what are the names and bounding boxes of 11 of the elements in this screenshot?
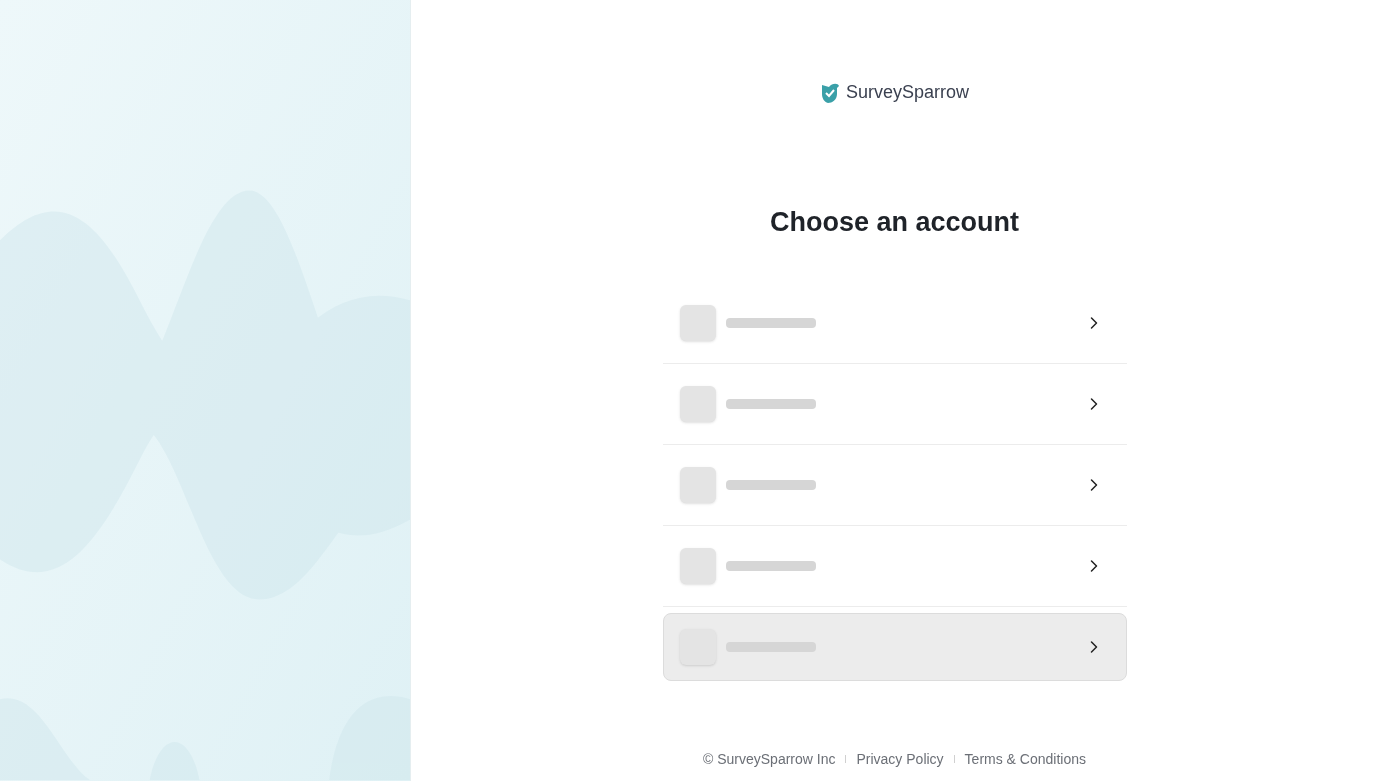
avatar-placeholder	[679, 547, 716, 584]
bird-logo-icon	[819, 81, 840, 104]
avatar-placeholder	[679, 385, 716, 422]
brand-name: SurveySparrow	[845, 81, 969, 104]
copyright-text: © SurveySparrow Inc	[703, 749, 836, 769]
avatar-placeholder	[679, 304, 716, 341]
footer-link[interactable]: Privacy Policy	[856, 748, 944, 770]
account-item[interactable]	[662, 612, 1127, 681]
footer-link[interactable]: Terms & Conditions	[964, 748, 1086, 770]
avatar-placeholder	[679, 466, 716, 503]
page-heading: Choose an account	[769, 206, 1019, 239]
